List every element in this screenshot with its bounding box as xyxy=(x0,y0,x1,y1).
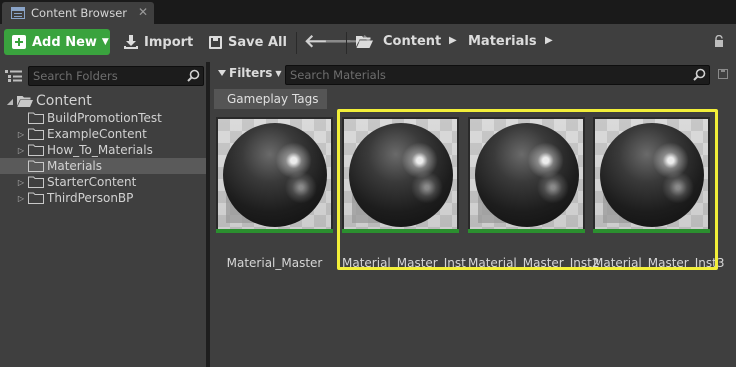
collapsed-arrow-icon[interactable]: ▷ xyxy=(17,194,25,203)
tree-item-examplecontent[interactable]: ▷ ExampleContent xyxy=(0,126,206,142)
lock-icon[interactable] xyxy=(714,35,724,47)
asset-type-bar xyxy=(216,229,333,233)
breadcrumb-materials[interactable]: Materials xyxy=(468,34,537,49)
folder-icon xyxy=(28,128,44,140)
chevron-down-icon: ▼ xyxy=(275,68,282,78)
tree-item-thirdpersonbp[interactable]: ▷ ThirdPersonBP xyxy=(0,190,206,206)
collapsed-arrow-icon[interactable]: ▷ xyxy=(17,130,25,139)
asset-thumbnail xyxy=(593,117,710,233)
folder-search-input-wrap[interactable] xyxy=(28,66,204,86)
asset-type-bar xyxy=(593,229,710,233)
folder-icon xyxy=(28,112,44,124)
asset-thumbnail xyxy=(468,117,585,233)
filters-label: Filters xyxy=(229,66,273,80)
add-new-button[interactable]: Add New ▼ xyxy=(4,29,110,55)
add-new-label: Add New xyxy=(32,34,97,50)
folder-open-icon xyxy=(17,96,33,107)
folder-icon xyxy=(28,176,44,188)
toolbar-divider xyxy=(346,32,347,54)
save-all-button[interactable]: Save All xyxy=(209,29,287,55)
folder-panel: ◢ Content BuildPromotionTest ▷ ExampleCo… xyxy=(0,62,206,367)
tree-item-label: StarterContent xyxy=(47,175,137,189)
asset-tile-material-master-inst[interactable]: Material_Master_Inst xyxy=(342,117,466,270)
collapsed-arrow-icon[interactable]: ▷ xyxy=(17,178,25,187)
import-icon xyxy=(124,35,138,49)
breadcrumb-content[interactable]: Content xyxy=(383,34,441,49)
save-search-icon[interactable] xyxy=(718,69,728,79)
save-icon xyxy=(209,35,222,49)
asset-tile-material-master-inst3[interactable]: Material_Master_Inst3 xyxy=(593,117,725,270)
tab-strip: Content Browser ✕ xyxy=(0,0,736,24)
material-sphere-preview xyxy=(600,123,704,227)
asset-thumbnail xyxy=(216,117,333,233)
asset-thumbnail xyxy=(342,117,459,233)
plus-icon xyxy=(12,35,26,49)
tree-item-label: ThirdPersonBP xyxy=(47,191,134,205)
chevron-right-icon[interactable]: ▶ xyxy=(449,35,457,46)
asset-name: Material_Master_Inst3 xyxy=(593,256,725,270)
tree-item-label: Content xyxy=(36,93,92,109)
tree-item-startercontent[interactable]: ▷ StarterContent xyxy=(0,174,206,190)
folder-icon xyxy=(28,160,44,172)
search-icon xyxy=(693,68,706,81)
chevron-down-icon: ▼ xyxy=(101,37,109,47)
gameplay-tags-filter[interactable]: Gameplay Tags xyxy=(214,89,327,109)
tree-view-icon[interactable] xyxy=(4,69,24,83)
tree-item-content[interactable]: ◢ Content xyxy=(0,92,206,110)
collapsed-arrow-icon[interactable]: ▷ xyxy=(17,146,25,155)
asset-tile-material-master[interactable]: Material_Master xyxy=(216,117,333,270)
asset-search-input-wrap[interactable] xyxy=(285,65,710,85)
toolbar: Add New ▼ Import Save All 🡐 🡒 Content ▶ … xyxy=(0,24,736,62)
folder-search-row xyxy=(4,66,204,86)
import-label: Import xyxy=(144,34,194,50)
chevron-right-icon[interactable]: ▶ xyxy=(545,35,553,46)
asset-tile-material-master-inst2[interactable]: Material_Master_Inst2 xyxy=(468,117,600,270)
folder-search-input[interactable] xyxy=(33,69,203,83)
tree-item-label: Materials xyxy=(47,159,103,173)
folder-icon xyxy=(28,192,44,204)
folder-icon xyxy=(28,144,44,156)
tree-item-materials[interactable]: Materials xyxy=(0,158,206,174)
save-all-label: Save All xyxy=(228,34,287,50)
tree-item-label: How_To_Materials xyxy=(47,143,153,157)
tree-item-how-to-materials[interactable]: ▷ How_To_Materials xyxy=(0,142,206,158)
asset-type-bar xyxy=(468,229,585,233)
material-sphere-preview xyxy=(349,123,453,227)
toolbar-divider xyxy=(296,32,297,54)
asset-name: Material_Master_Inst2 xyxy=(468,256,600,270)
tree-item-buildpromotiontest[interactable]: BuildPromotionTest xyxy=(0,110,206,126)
tab-label: Content Browser xyxy=(31,6,127,20)
folder-open-icon xyxy=(356,36,373,48)
expanded-arrow-icon[interactable]: ◢ xyxy=(6,97,14,106)
asset-name: Material_Master_Inst xyxy=(342,256,466,270)
material-sphere-preview xyxy=(223,123,327,227)
asset-type-bar xyxy=(342,229,459,233)
close-icon[interactable]: ✕ xyxy=(137,6,149,18)
tree-item-label: BuildPromotionTest xyxy=(47,111,162,125)
tree-item-label: ExampleContent xyxy=(47,127,147,141)
filter-icon xyxy=(218,70,226,76)
import-button[interactable]: Import xyxy=(124,29,193,55)
asset-search-input[interactable] xyxy=(290,68,709,82)
asset-name: Material_Master xyxy=(226,256,323,270)
filters-button[interactable]: Filters ▼ xyxy=(218,66,282,80)
search-icon xyxy=(187,69,200,82)
content-browser-icon xyxy=(11,7,25,19)
material-sphere-preview xyxy=(475,123,579,227)
tab-content-browser[interactable]: Content Browser ✕ xyxy=(2,2,154,24)
